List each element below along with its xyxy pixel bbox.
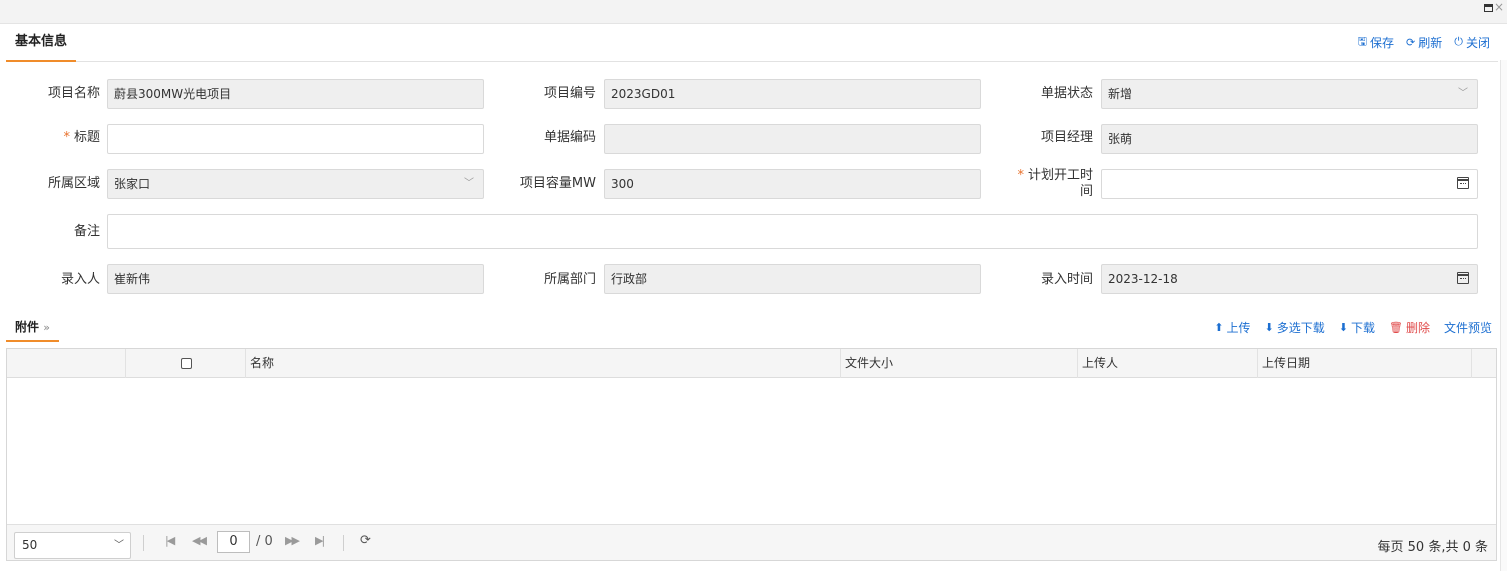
save-icon: 🖫 xyxy=(1357,34,1368,48)
next-page-icon[interactable]: ▶▶ xyxy=(285,534,300,547)
refresh-button[interactable]: ⟳ 刷新 xyxy=(1406,34,1442,51)
pm-label: 项目经理 xyxy=(1040,130,1093,145)
required-mark: * xyxy=(63,130,70,145)
preview-label: 文件预览 xyxy=(1443,320,1492,335)
entered-at-label: 录入时间 xyxy=(1040,272,1093,287)
calendar-icon[interactable] xyxy=(1457,272,1469,284)
attachments-title: 附件 xyxy=(15,320,40,334)
refresh-label: 刷新 xyxy=(1418,35,1443,50)
download-icon: ⬇ xyxy=(1264,320,1274,334)
pagination-info: 每页 50 条,共 0 条 xyxy=(1377,540,1488,555)
attachments-toolbar: ⬆ 上传 ⬇ 多选下载 ⬇ 下载 🗑 删除 文件预览 xyxy=(1214,312,1492,342)
collapse-arrow-icon[interactable]: » xyxy=(43,321,50,334)
close-label: 关闭 xyxy=(1465,35,1490,50)
reload-icon[interactable]: ⟳ xyxy=(360,533,371,548)
close-window-icon[interactable]: × xyxy=(1494,0,1504,14)
tab-attachments[interactable]: 附件 » xyxy=(6,312,59,342)
doc-status-label: 单据状态 xyxy=(1040,86,1093,101)
entered-by-label: 录入人 xyxy=(60,272,100,287)
col-date[interactable]: 上传日期 xyxy=(1257,349,1471,378)
table-header: 名称 文件大小 上传人 上传日期 xyxy=(7,349,1496,378)
plan-start-label-text: 计划开工时 xyxy=(1027,168,1093,183)
pm-field[interactable]: 张萌 xyxy=(1101,124,1478,154)
remark-label: 备注 xyxy=(73,224,100,239)
project-no-field[interactable]: 2023GD01 xyxy=(604,79,981,109)
delete-button[interactable]: 🗑 删除 xyxy=(1389,319,1430,336)
pagination-bar: 50 ﹀ |◀ ◀◀ 0 / 0 ▶▶ ▶| ⟳ 每页 50 条,共 0 条 xyxy=(7,524,1496,560)
download-label: 下载 xyxy=(1350,320,1375,335)
chevron-down-icon: ﹀ xyxy=(1458,88,1468,99)
download-icon: ⬇ xyxy=(1338,320,1348,334)
entered-at-value: 2023-12-18 xyxy=(1108,272,1178,286)
capacity-label: 项目容量MW xyxy=(519,176,596,191)
save-button[interactable]: 🖫 保存 xyxy=(1358,33,1394,52)
col-spacer xyxy=(1471,349,1498,378)
upload-button[interactable]: ⬆ 上传 xyxy=(1214,319,1250,336)
dept-field[interactable]: 行政部 xyxy=(604,264,981,294)
vertical-scrollbar[interactable] xyxy=(1500,60,1507,571)
title-label-text: 标题 xyxy=(73,130,100,145)
region-label: 所属区域 xyxy=(47,176,100,191)
refresh-icon: ⟳ xyxy=(1406,35,1416,49)
multi-download-label: 多选下载 xyxy=(1276,320,1325,335)
project-no-label: 项目编号 xyxy=(543,86,596,101)
download-button[interactable]: ⬇ 下载 xyxy=(1339,319,1375,336)
multi-download-button[interactable]: ⬇ 多选下载 xyxy=(1265,319,1325,336)
entered-by-field[interactable]: 崔新伟 xyxy=(107,264,484,294)
col-uploader[interactable]: 上传人 xyxy=(1077,349,1257,378)
prev-page-icon[interactable]: ◀◀ xyxy=(192,534,207,547)
title-label: * 标题 xyxy=(20,130,100,146)
project-name-label: 项目名称 xyxy=(47,86,100,101)
maximize-icon[interactable] xyxy=(1484,4,1493,12)
plan-start-date-input[interactable] xyxy=(1101,169,1478,199)
page-size-value: 50 xyxy=(22,538,38,552)
divider xyxy=(143,535,144,551)
required-mark: * xyxy=(1017,168,1024,183)
save-label: 保存 xyxy=(1370,35,1395,50)
trash-icon: 🗑 xyxy=(1389,320,1403,334)
first-page-icon[interactable]: |◀ xyxy=(165,534,175,547)
region-value: 张家口 xyxy=(114,177,151,191)
attachments-table: 名称 文件大小 上传人 上传日期 50 ﹀ |◀ ◀◀ 0 / 0 ▶▶ ▶| … xyxy=(6,348,1497,561)
doc-status-select[interactable]: 新增 ﹀ xyxy=(1101,79,1478,109)
chevron-down-icon: ﹀ xyxy=(464,178,474,189)
title-input[interactable] xyxy=(107,124,484,154)
calendar-icon[interactable] xyxy=(1457,177,1469,189)
plan-start-label-line1: * 计划开工时 xyxy=(1000,168,1093,184)
total-pages: / 0 xyxy=(256,534,273,549)
capacity-field[interactable]: 300 xyxy=(604,169,981,199)
tab-basic-info[interactable]: 基本信息 xyxy=(6,24,77,62)
plan-start-label: * 计划开工时 间 xyxy=(1000,168,1093,200)
col-name[interactable]: 名称 xyxy=(245,349,840,378)
plan-start-label-line2: 间 xyxy=(1079,184,1093,199)
region-select[interactable]: 张家口 ﹀ xyxy=(107,169,484,199)
current-page-input[interactable]: 0 xyxy=(217,531,250,553)
row-number-header xyxy=(7,349,125,378)
close-button[interactable]: ⏻ 关闭 xyxy=(1454,34,1490,51)
preview-button[interactable]: 文件预览 xyxy=(1444,319,1492,336)
doc-code-field[interactable] xyxy=(604,124,981,154)
last-page-icon[interactable]: ▶| xyxy=(315,534,325,547)
page-size-select[interactable]: 50 ﹀ xyxy=(14,532,131,559)
select-all-header xyxy=(125,349,245,378)
upload-icon: ⬆ xyxy=(1214,320,1224,334)
doc-code-label: 单据编码 xyxy=(543,130,596,145)
basic-toolbar: 🖫 保存 ⟳ 刷新 ⏻ 关闭 xyxy=(1358,24,1490,60)
doc-status-value: 新增 xyxy=(1108,87,1133,101)
project-name-field[interactable]: 蔚县300MW光电项目 xyxy=(107,79,484,109)
power-icon: ⏻ xyxy=(1454,35,1463,48)
col-size[interactable]: 文件大小 xyxy=(840,349,1077,378)
divider xyxy=(343,535,344,551)
select-all-checkbox[interactable] xyxy=(181,358,192,369)
chevron-down-icon: ﹀ xyxy=(114,540,124,551)
attachments-header: 附件 » ⬆ 上传 ⬇ 多选下载 ⬇ 下载 🗑 删除 文件预览 xyxy=(6,312,1498,343)
basic-info-header: 基本信息 🖫 保存 ⟳ 刷新 ⏻ 关闭 xyxy=(6,24,1498,62)
upload-label: 上传 xyxy=(1226,320,1251,335)
window-titlebar: × xyxy=(0,0,1507,24)
dept-label: 所属部门 xyxy=(543,272,596,287)
delete-label: 删除 xyxy=(1405,320,1430,335)
entered-at-field[interactable]: 2023-12-18 xyxy=(1101,264,1478,294)
remark-input[interactable] xyxy=(107,214,1478,249)
